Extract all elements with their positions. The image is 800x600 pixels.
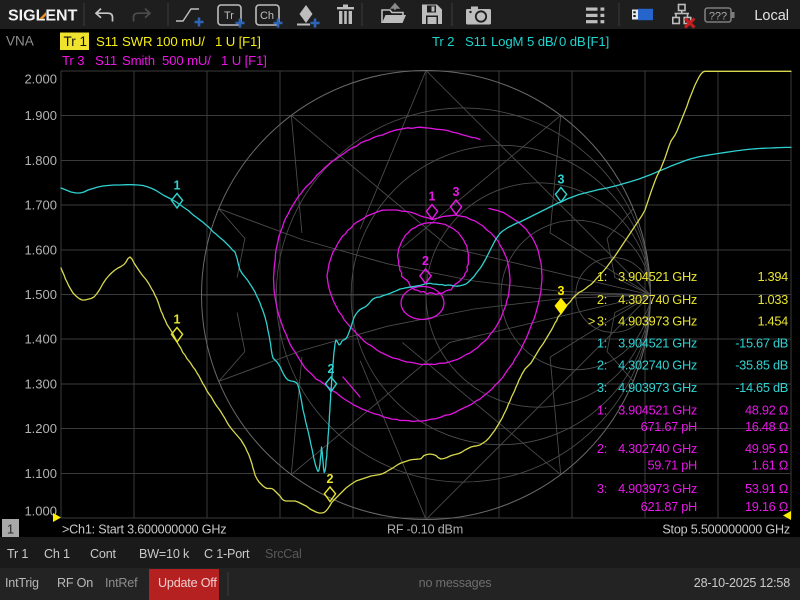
svg-text:59.71 pH: 59.71 pH xyxy=(647,458,697,473)
svg-text:RF On: RF On xyxy=(57,576,93,590)
svg-text:621.87 pH: 621.87 pH xyxy=(641,499,697,514)
svg-text:3: 3 xyxy=(453,185,460,199)
svg-text:BW=10 k: BW=10 k xyxy=(139,547,190,561)
svg-text:1.000: 1.000 xyxy=(24,504,57,519)
svg-text:1.300: 1.300 xyxy=(24,376,57,391)
svg-text:2: 2 xyxy=(422,254,429,268)
svg-text:53.91 Ω: 53.91 Ω xyxy=(745,481,789,496)
svg-text:1: 1 xyxy=(174,313,181,327)
svg-text:Tr 1: Tr 1 xyxy=(64,34,88,49)
svg-text:4.903973 GHz: 4.903973 GHz xyxy=(618,481,697,496)
svg-text:2:: 2: xyxy=(597,358,607,373)
svg-text:Stop 5.500000000 GHz: Stop 5.500000000 GHz xyxy=(662,523,790,537)
svg-text:2: 2 xyxy=(328,362,335,376)
svg-text:16.48 Ω: 16.48 Ω xyxy=(745,419,789,434)
svg-text:1.200: 1.200 xyxy=(24,421,57,436)
svg-text:>: > xyxy=(588,314,595,329)
svg-text:671.67 pH: 671.67 pH xyxy=(641,419,697,434)
svg-text:-15.67 dB: -15.67 dB xyxy=(735,336,788,351)
svg-text:1:: 1: xyxy=(597,336,607,351)
svg-text:3: 3 xyxy=(558,284,565,298)
svg-text:>Ch1: Start 3.600000000 GHz: >Ch1: Start 3.600000000 GHz xyxy=(62,523,226,537)
svg-text:3:: 3: xyxy=(597,481,607,496)
svg-text:-35.85 dB: -35.85 dB xyxy=(735,358,788,373)
svg-text:Ch: Ch xyxy=(260,10,274,22)
svg-text:1.61 Ω: 1.61 Ω xyxy=(752,458,789,473)
svg-text:1:: 1: xyxy=(597,269,607,284)
svg-text:Update Off: Update Off xyxy=(158,576,217,590)
svg-text:???: ??? xyxy=(709,11,727,23)
svg-text:3.904521 GHz: 3.904521 GHz xyxy=(618,269,697,284)
svg-text:2.000: 2.000 xyxy=(24,72,57,87)
svg-text:4.302740 GHz: 4.302740 GHz xyxy=(618,358,697,373)
svg-text:2: 2 xyxy=(327,472,334,486)
svg-text:1: 1 xyxy=(429,190,436,204)
svg-text:1.800: 1.800 xyxy=(24,153,57,168)
svg-text:3.904521 GHz: 3.904521 GHz xyxy=(618,403,697,418)
svg-text:1.100: 1.100 xyxy=(24,466,57,481)
svg-text:2:: 2: xyxy=(597,292,607,307)
svg-text:2:: 2: xyxy=(597,441,607,456)
svg-text:28-10-2025 12:58: 28-10-2025 12:58 xyxy=(694,576,790,590)
svg-text:RF -0.10 dBm: RF -0.10 dBm xyxy=(387,523,463,537)
svg-text:1.394: 1.394 xyxy=(757,269,788,284)
svg-text:1:: 1: xyxy=(597,403,607,418)
svg-text:1.400: 1.400 xyxy=(24,332,57,347)
svg-text:1: 1 xyxy=(174,179,181,193)
svg-text:VNA: VNA xyxy=(6,34,34,49)
svg-text:SrcCal: SrcCal xyxy=(265,547,302,561)
svg-text:Local: Local xyxy=(754,8,789,24)
svg-text:Tr: Tr xyxy=(224,10,234,22)
svg-text:1.454: 1.454 xyxy=(757,314,788,329)
svg-text:4.302740 GHz: 4.302740 GHz xyxy=(618,292,697,307)
svg-text:Cont: Cont xyxy=(90,547,117,561)
svg-text:4.903973 GHz: 4.903973 GHz xyxy=(618,314,697,329)
svg-text:3:: 3: xyxy=(597,380,607,395)
svg-text:19.16 Ω: 19.16 Ω xyxy=(745,499,789,514)
svg-text:Tr 1: Tr 1 xyxy=(7,547,28,561)
svg-text:1.033: 1.033 xyxy=(757,292,788,307)
svg-text:4.302740 GHz: 4.302740 GHz xyxy=(618,441,697,456)
svg-text:-14.65 dB: -14.65 dB xyxy=(735,380,788,395)
svg-text:3.904521 GHz: 3.904521 GHz xyxy=(618,336,697,351)
svg-text:1.900: 1.900 xyxy=(24,108,57,123)
svg-text:1: 1 xyxy=(7,522,14,537)
svg-text:49.95 Ω: 49.95 Ω xyxy=(745,441,789,456)
svg-text:1.500: 1.500 xyxy=(24,287,57,302)
svg-text:1.700: 1.700 xyxy=(24,198,57,213)
svg-text:C 1-Port: C 1-Port xyxy=(204,547,250,561)
svg-text:3: 3 xyxy=(558,173,565,187)
svg-text:Ch 1: Ch 1 xyxy=(44,547,70,561)
svg-text:48.92 Ω: 48.92 Ω xyxy=(745,403,789,418)
svg-text:3:: 3: xyxy=(597,314,607,329)
svg-text:no messages: no messages xyxy=(419,576,492,590)
svg-text:1.600: 1.600 xyxy=(24,242,57,257)
svg-text:4.903973 GHz: 4.903973 GHz xyxy=(618,380,697,395)
svg-text:IntTrig: IntTrig xyxy=(5,576,39,590)
svg-text:IntRef: IntRef xyxy=(105,576,138,590)
